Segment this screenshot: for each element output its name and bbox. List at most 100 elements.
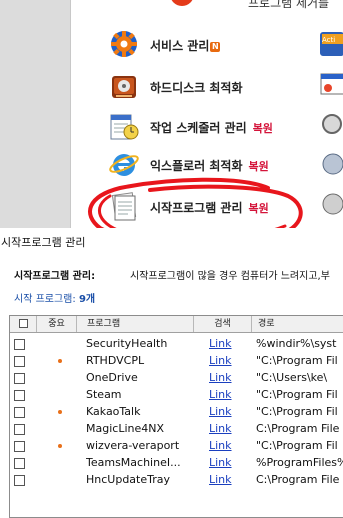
restore-link-startup[interactable]: 복원 xyxy=(249,202,269,215)
row-checkbox[interactable] xyxy=(14,356,25,367)
window-tool-icon[interactable] xyxy=(318,70,343,98)
header-importance[interactable]: 중요 xyxy=(37,316,77,332)
program-path: %windir%\syst xyxy=(256,337,337,350)
search-link[interactable]: Link xyxy=(209,437,249,454)
select-all-checkbox[interactable] xyxy=(18,319,28,328)
search-link[interactable]: Link xyxy=(209,471,249,488)
info-description: 시작프로그램이 많을 경우 컴퓨터가 느려지고,부 xyxy=(130,271,330,282)
row-checkbox-cell[interactable] xyxy=(14,386,28,403)
globe-tool-icon[interactable] xyxy=(318,150,343,178)
table-row[interactable]: wizvera-veraport Link "C:\Program Fil xyxy=(10,437,343,454)
menu-label-explorer-optimize: 익스플로러 최적화 xyxy=(150,159,243,173)
program-path: "C:\Program Fil xyxy=(256,354,338,367)
important-dot-icon xyxy=(58,410,62,414)
row-checkbox-cell[interactable] xyxy=(14,454,28,471)
header-path[interactable]: 경로 xyxy=(252,316,343,332)
info-label: 시작프로그램 관리: xyxy=(14,271,96,282)
restore-link-task-scheduler[interactable]: 복원 xyxy=(253,122,273,135)
program-name: SecurityHealth xyxy=(86,337,168,350)
importance-cell xyxy=(50,403,70,420)
program-name: MagicLine4NX xyxy=(86,422,165,435)
search-link[interactable]: Link xyxy=(209,403,249,420)
internet-explorer-icon xyxy=(109,154,139,176)
row-checkbox[interactable] xyxy=(14,407,25,418)
search-link[interactable]: Link xyxy=(209,335,249,352)
activex-icon[interactable]: Acti xyxy=(318,30,343,58)
row-checkbox[interactable] xyxy=(14,390,25,401)
menu-label-startup-manager: 시작프로그램 관리 xyxy=(150,201,243,215)
table-row[interactable]: OneDrive Link "C:\Users\ke\ xyxy=(10,369,343,386)
task-scheduler-icon xyxy=(110,114,139,140)
startup-count-label: 시작 프로그램: xyxy=(14,294,76,305)
startup-count-value: 9개 xyxy=(78,294,96,305)
table-row[interactable]: HncUpdateTray Link C:\Program File xyxy=(10,471,343,488)
list-header: 중요 프로그램 검색 경로 xyxy=(10,316,343,333)
svg-text:Acti: Acti xyxy=(322,36,335,44)
header-search[interactable]: 검색 xyxy=(194,316,252,332)
row-checkbox[interactable] xyxy=(14,475,25,486)
program-name: OneDrive xyxy=(86,371,138,384)
startup-manager-dialog: 시작프로그램 관리 시작프로그램 관리: 시작프로그램이 많을 경우 컴퓨터가 … xyxy=(0,228,343,518)
menu-item-task-scheduler[interactable]: 작업 스케줄러 관리 복원 xyxy=(100,110,330,146)
program-path: "C:\Program Fil xyxy=(256,388,338,401)
program-path: "C:\Program Fil xyxy=(256,439,338,452)
row-checkbox[interactable] xyxy=(14,373,25,384)
tool-icon[interactable] xyxy=(318,190,343,218)
program-name: TeamsMachineI... xyxy=(86,456,181,469)
row-checkbox[interactable] xyxy=(14,339,25,350)
table-row[interactable]: Steam Link "C:\Program Fil xyxy=(10,386,343,403)
importance-cell xyxy=(50,352,70,369)
program-name: wizvera-veraport xyxy=(86,439,180,452)
hard-disk-icon xyxy=(112,76,136,98)
dialog-title: 시작프로그램 관리 xyxy=(1,236,86,249)
program-path: %ProgramFiles% xyxy=(256,456,343,469)
table-row[interactable]: SecurityHealth Link %windir%\syst xyxy=(10,335,343,352)
table-row[interactable]: KakaoTalk Link "C:\Program Fil xyxy=(10,403,343,420)
row-checkbox-cell[interactable] xyxy=(14,437,28,454)
startup-document-icon xyxy=(111,192,137,221)
program-name: HncUpdateTray xyxy=(86,473,171,486)
row-checkbox-cell[interactable] xyxy=(14,369,28,386)
menu-item-startup-manager[interactable]: 시작프로그램 관리 복원 xyxy=(100,190,330,226)
search-tool-icon[interactable] xyxy=(318,110,343,138)
row-checkbox-cell[interactable] xyxy=(14,471,28,488)
menu-item-service[interactable]: 서비스 관리 N xyxy=(100,28,330,64)
program-path: C:\Program File xyxy=(256,422,340,435)
menu-label-service: 서비스 관리 xyxy=(150,39,210,53)
search-link[interactable]: Link xyxy=(209,352,249,369)
menu-item-explorer-optimize[interactable]: 익스플로러 최적화 복원 xyxy=(100,148,330,184)
search-link[interactable]: Link xyxy=(209,369,249,386)
search-link[interactable]: Link xyxy=(209,386,249,403)
program-path: "C:\Program Fil xyxy=(256,405,338,418)
important-dot-icon xyxy=(58,359,62,363)
row-checkbox-cell[interactable] xyxy=(14,335,28,352)
row-checkbox[interactable] xyxy=(14,424,25,435)
new-badge: N xyxy=(210,41,221,52)
header-program[interactable]: 프로그램 xyxy=(77,316,194,332)
startup-count: 시작 프로그램: 9개 xyxy=(14,290,95,305)
table-row[interactable]: TeamsMachineI... Link %ProgramFiles% xyxy=(10,454,343,471)
restore-link-explorer[interactable]: 복원 xyxy=(249,160,269,173)
header-select-all[interactable] xyxy=(10,316,37,332)
row-checkbox[interactable] xyxy=(14,458,25,469)
program-name: Steam xyxy=(86,388,122,401)
importance-cell xyxy=(50,386,70,403)
startup-program-list[interactable]: 중요 프로그램 검색 경로 SecurityHealth Link %windir%… xyxy=(9,315,343,518)
row-checkbox[interactable] xyxy=(14,441,25,452)
row-checkbox-cell[interactable] xyxy=(14,403,28,420)
optimizer-app-panel: 프로그램 제거를 서비스 관리 N 하드디스크 최적화 작업 스케줄러 관리 복… xyxy=(0,0,343,228)
search-link[interactable]: Link xyxy=(209,454,249,471)
importance-cell xyxy=(50,369,70,386)
row-checkbox-cell[interactable] xyxy=(14,352,28,369)
info-panel: 시작프로그램 관리: 시작프로그램이 많을 경우 컴퓨터가 느려지고,부 시작 … xyxy=(0,258,343,305)
menu-label-task-scheduler: 작업 스케줄러 관리 xyxy=(150,121,247,135)
importance-cell xyxy=(50,335,70,352)
table-row[interactable]: MagicLine4NX Link C:\Program File xyxy=(10,420,343,437)
importance-cell xyxy=(50,420,70,437)
program-name: RTHDVCPL xyxy=(86,354,145,367)
menu-label-disk-optimize: 하드디스크 최적화 xyxy=(150,81,243,95)
menu-item-disk-optimize[interactable]: 하드디스크 최적화 xyxy=(100,70,330,106)
search-link[interactable]: Link xyxy=(209,420,249,437)
table-row[interactable]: RTHDVCPL Link "C:\Program Fil xyxy=(10,352,343,369)
row-checkbox-cell[interactable] xyxy=(14,420,28,437)
